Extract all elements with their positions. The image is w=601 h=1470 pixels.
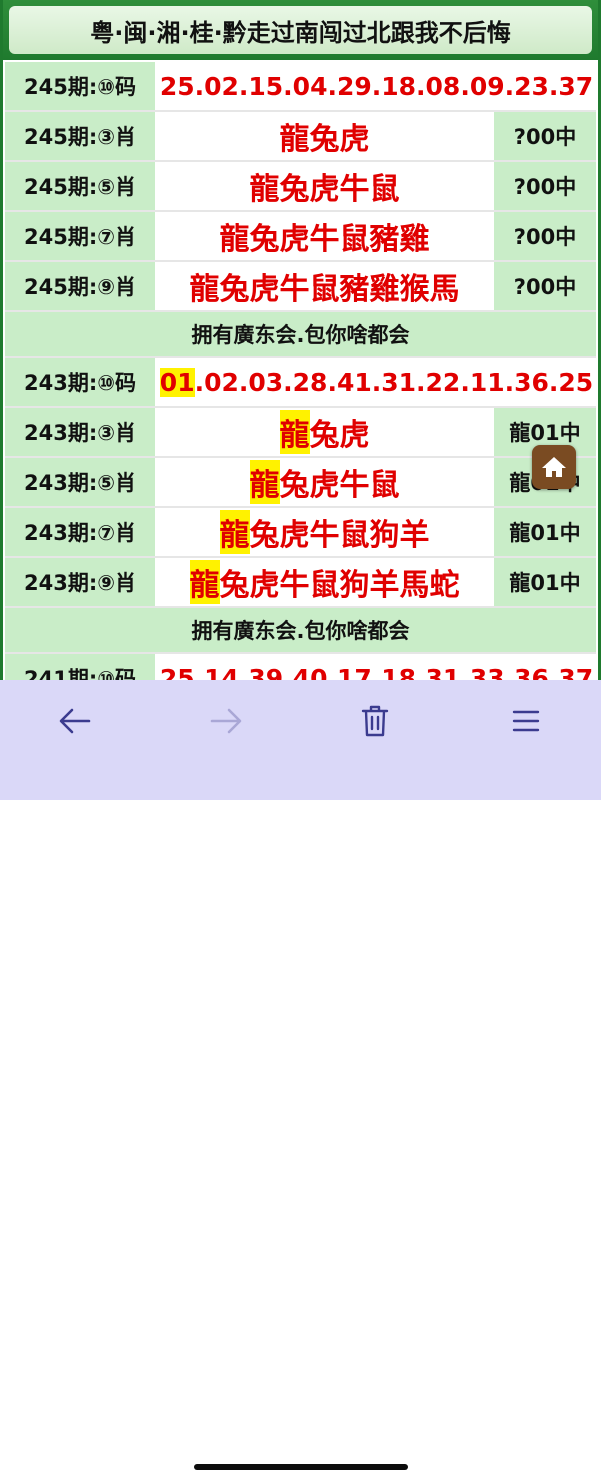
home-button[interactable] [532, 445, 576, 489]
period-label: 245期:⑤肖 [5, 162, 157, 210]
hit-highlight: 龍 [189, 560, 220, 604]
banner-row: 拥有廣东会.包你啥都会 [5, 312, 596, 358]
period-label: 243期:⑨肖 [5, 558, 157, 606]
table-row: 245期:⑨肖 龍兔虎牛鼠豬雞猴馬 ?00中 [5, 262, 596, 312]
zodiac-picks: 龍兔虎 [157, 408, 492, 456]
period-label: 245期:③肖 [5, 112, 157, 160]
table-row: 245期:⑤肖 龍兔虎牛鼠 ?00中 [5, 162, 596, 212]
picks-text: 龍兔虎牛鼠豬雞 [219, 222, 430, 257]
trash-icon [361, 705, 389, 737]
table-row: 245期:⑩码 25.02.15.04.29.18.08.09.23.37 [5, 62, 596, 112]
zodiac-picks: 龍兔虎牛鼠 [157, 162, 492, 210]
table-row: 243期:③肖龍兔虎 龍01中 [5, 408, 596, 458]
table-row: 243期:⑤肖龍兔虎牛鼠龍01中 [5, 458, 596, 508]
hit-highlight: 龍 [279, 410, 310, 454]
number-picks: 01.02.03.28.41.31.22.11.36.25 [157, 358, 596, 406]
period-label: 243期:⑩码 [5, 358, 157, 406]
zodiac-picks: 龍兔虎 [157, 112, 492, 160]
period-label: 243期:⑦肖 [5, 508, 157, 556]
picks-text: 25.02.15.04.29.18.08.09.23.37 [159, 71, 594, 101]
delete-button[interactable] [345, 696, 405, 746]
zodiac-picks: 龍兔虎牛鼠 [157, 458, 492, 506]
forward-button[interactable] [196, 696, 256, 746]
menu-button[interactable] [496, 696, 556, 746]
period-label: 245期:⑨肖 [5, 262, 157, 310]
table-row: 245期:⑦肖 龍兔虎牛鼠豬雞 ?00中 [5, 212, 596, 262]
forward-arrow-icon [210, 708, 242, 734]
result-label: ?00中 [492, 112, 596, 160]
number-picks: 25.02.15.04.29.18.08.09.23.37 [157, 62, 596, 110]
period-label: 245期:⑩码 [5, 62, 157, 110]
picks-text: 兔虎牛鼠狗羊馬蛇 [219, 568, 460, 603]
period-label: 243期:③肖 [5, 408, 157, 456]
table-row: 243期:⑨肖龍兔虎牛鼠狗羊馬蛇 龍01中 [5, 558, 596, 608]
results-table: 245期:⑩码 25.02.15.04.29.18.08.09.23.37 245期… [5, 62, 596, 704]
picks-text: 兔虎牛鼠 [279, 468, 400, 503]
menu-icon [512, 710, 540, 732]
hit-highlight: 龍 [249, 460, 280, 504]
picks-text: .02.03.28.41.31.22.11.36.25 [194, 367, 594, 397]
hit-highlight: 01 [159, 367, 195, 397]
zodiac-picks: 龍兔虎牛鼠豬雞 [157, 212, 492, 260]
page-header: 粤·闽·湘·桂·黔走过南闯过北跟我不后悔 [3, 0, 598, 60]
result-label: 龍01中 [492, 508, 596, 556]
banner-text: 拥有廣东会.包你啥都会 [5, 312, 596, 356]
picks-text: 龍兔虎 [279, 122, 370, 157]
table-row: 245期:③肖 龍兔虎 ?00中 [5, 112, 596, 162]
home-indicator [194, 1464, 408, 1470]
banner-row: 拥有廣东会.包你啥都会 [5, 608, 596, 654]
table-row: 243期:⑩码 01.02.03.28.41.31.22.11.36.25 [5, 358, 596, 408]
period-label: 245期:⑦肖 [5, 212, 157, 260]
back-button[interactable] [45, 696, 105, 746]
hit-highlight: 龍 [219, 510, 250, 554]
result-label: ?00中 [492, 212, 596, 260]
back-arrow-icon [59, 708, 91, 734]
picks-text: 兔虎 [309, 418, 370, 453]
banner-text: 拥有廣东会.包你啥都会 [5, 608, 596, 652]
result-label: ?00中 [492, 162, 596, 210]
result-label: ?00中 [492, 262, 596, 310]
zodiac-picks: 龍兔虎牛鼠狗羊 [157, 508, 492, 556]
picks-text: 兔虎牛鼠狗羊 [249, 518, 430, 553]
zodiac-picks: 龍兔虎牛鼠豬雞猴馬 [157, 262, 492, 310]
result-label: 龍01中 [492, 558, 596, 606]
table-row: 243期:⑦肖龍兔虎牛鼠狗羊 龍01中 [5, 508, 596, 558]
page-title: 粤·闽·湘·桂·黔走过南闯过北跟我不后悔 [9, 6, 592, 54]
picks-text: 龍兔虎牛鼠豬雞猴馬 [189, 272, 460, 307]
home-icon [542, 457, 566, 477]
period-label: 243期:⑤肖 [5, 458, 157, 506]
picks-text: 龍兔虎牛鼠 [249, 172, 400, 207]
browser-toolbar [0, 680, 601, 1470]
zodiac-picks: 龍兔虎牛鼠狗羊馬蛇 [157, 558, 492, 606]
